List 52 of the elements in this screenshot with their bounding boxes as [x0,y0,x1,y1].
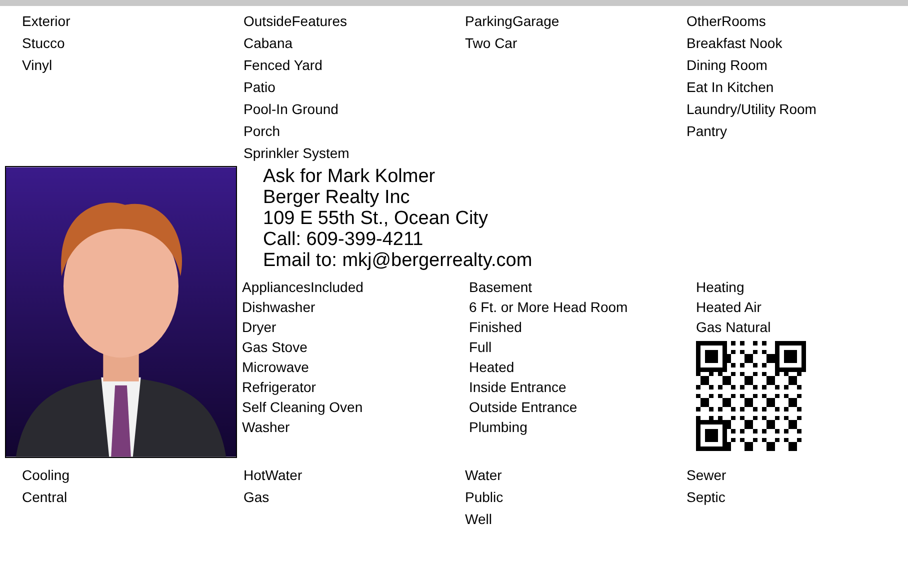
feature-item: Heated [469,358,516,377]
feature-item: Outside Entrance [469,398,578,417]
feature-item: Fenced Yard [244,56,324,75]
column-heading: Heating [696,278,746,297]
feature-item: Stucco [22,34,66,53]
feature-item: Gas Natural [696,318,772,337]
feature-item: Heated Air [696,298,762,317]
feature-item: Pantry [686,122,728,141]
agent-contact-line: Berger Realty Inc [263,187,410,208]
agent-contact-line: Call: 609-399-4211 [263,229,424,250]
column-heading: Exterior [22,12,72,31]
feature-item: Gas [244,488,270,507]
feature-item: Laundry/Utility Room [686,100,818,119]
feature-item: Central [22,488,68,507]
feature-item: Washer [242,418,291,437]
feature-item: Breakfast Nook [686,34,784,53]
feature-item: Patio [244,78,276,97]
column-heading: Basement [469,278,534,297]
feature-item: Dryer [242,318,278,337]
column-heading: Water [465,466,503,485]
feature-item: Gas Stove [242,338,308,357]
feature-item: Microwave [242,358,310,377]
feature-item: Sprinkler System [244,144,350,163]
feature-item: Public [465,488,504,507]
agent-contact-line: 109 E 55th St., Ocean City [263,208,488,229]
column-heading: ParkingGarage [465,12,560,31]
feature-item: Inside Entrance [469,378,568,397]
feature-item: Pool-In Ground [244,100,340,119]
feature-item: Two Car [465,34,518,53]
column-heading: AppliancesIncluded [242,278,364,297]
feature-item: Dining Room [686,56,768,75]
feature-item: Cabana [244,34,294,53]
column-heading: HotWater [244,466,304,485]
feature-item: Well [465,510,493,529]
qr-code-icon [696,341,806,451]
column-heading: OutsideFeatures [244,12,348,31]
column-heading: Sewer [686,466,728,485]
feature-item: Plumbing [469,418,528,437]
agent-contact-line: Ask for Mark Kolmer [263,166,436,187]
feature-item: Septic [686,488,726,507]
feature-item: Self Cleaning Oven [242,398,364,417]
feature-item: Dishwasher [242,298,316,317]
feature-item: Porch [244,122,282,141]
feature-item: Vinyl [22,56,54,75]
feature-item: Refrigerator [242,378,317,397]
column-heading: OtherRooms [686,12,767,31]
feature-item: Eat In Kitchen [686,78,775,97]
feature-item: 6 Ft. or More Head Room [469,298,629,317]
feature-item: Full [469,338,493,357]
column-heading: Cooling [22,466,70,485]
feature-item: Finished [469,318,523,337]
agent-contact-line: Email to: mkj@bergerrealty.com [263,250,532,271]
